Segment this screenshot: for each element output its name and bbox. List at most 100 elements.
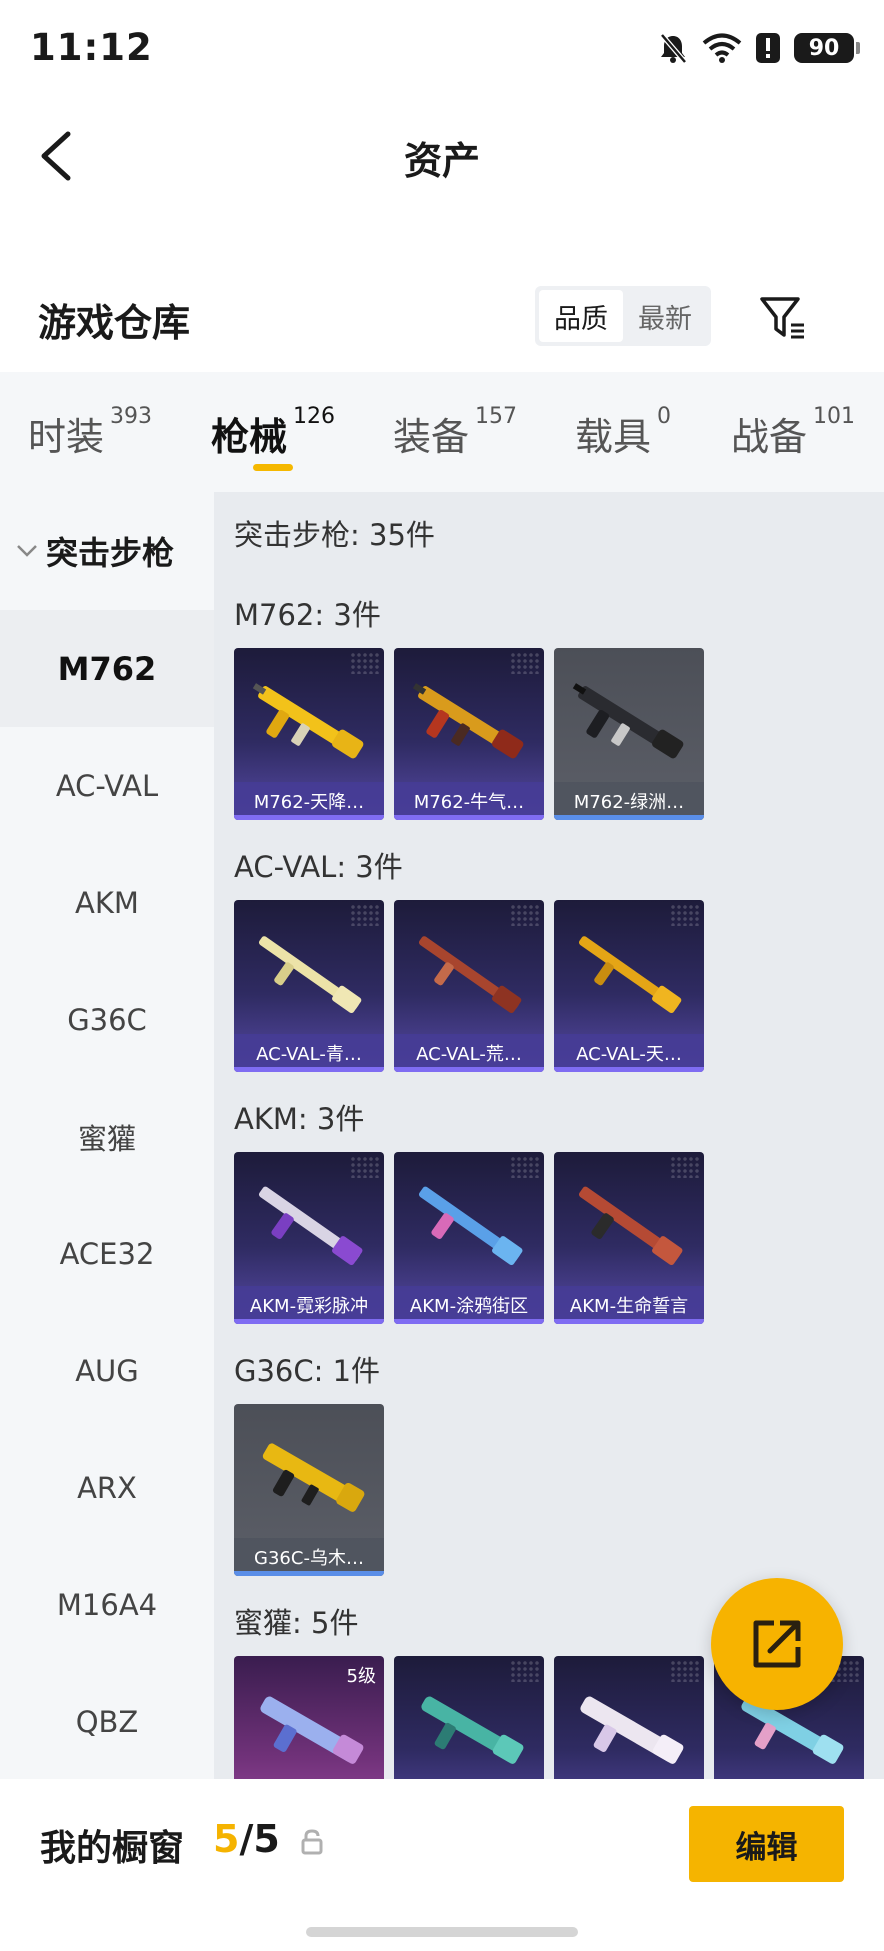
weapon-card[interactable]: AKM-涂鸦街区 (394, 1152, 544, 1324)
rifle-icon (421, 1696, 524, 1764)
battery-indicator: 90 (794, 33, 860, 63)
page-title: 资产 (403, 139, 480, 183)
rifle-icon (578, 936, 682, 1014)
card-label: AKM-生命誓言 (554, 1286, 704, 1324)
showcase-bar: 我的橱窗 5/5 编辑 (0, 1779, 884, 1951)
card-label: M762-绿洲… (554, 782, 704, 820)
rifle-icon (412, 683, 524, 759)
showcase-current: 5 (213, 1817, 240, 1861)
tab-count: 393 (110, 404, 153, 429)
sidebar-item-akm[interactable]: AKM (0, 844, 214, 961)
sort-newest-button[interactable]: 最新 (623, 290, 707, 342)
wifi-icon (702, 33, 742, 63)
rifle-icon (252, 683, 364, 759)
edit-button[interactable]: 编辑 (689, 1806, 844, 1882)
tab-vehicles[interactable]: 载具 0 (575, 404, 672, 461)
showcase-total: 5 (253, 1817, 280, 1861)
sidebar-item-m16a4[interactable]: M16A4 (0, 1546, 214, 1663)
showcase-count: 5/5 (213, 1817, 280, 1861)
sidebar-category-header[interactable]: 突击步枪 (0, 492, 214, 610)
sidebar-item-aug[interactable]: AUG (0, 1312, 214, 1429)
card-label: M762-天降… (234, 782, 384, 820)
group-title: AC-VAL: 3件 (234, 850, 403, 884)
sidebar-item-ac-val[interactable]: AC-VAL (0, 727, 214, 844)
lock-icon[interactable] (300, 1829, 324, 1859)
share-icon (753, 1620, 801, 1668)
showcase-separator: / (239, 1817, 254, 1861)
home-indicator[interactable] (306, 1927, 578, 1937)
rifle-icon (262, 1443, 365, 1512)
sidebar-item-qbz[interactable]: QBZ (0, 1663, 214, 1779)
nav-bar: 资产 (0, 100, 884, 212)
mute-bell-icon (660, 33, 687, 64)
card-label: AC-VAL-荒… (394, 1034, 544, 1072)
rifle-icon (418, 936, 522, 1014)
rifle-icon (572, 683, 684, 759)
weapon-card[interactable]: AKM-霓彩脉冲 (234, 1152, 384, 1324)
weapon-card[interactable]: 5级 (234, 1656, 384, 1779)
weapon-card[interactable]: M762-绿洲… (554, 648, 704, 820)
card-label: AKM-涂鸦街区 (394, 1286, 544, 1324)
warehouse-header: 游戏仓库 品质 最新 (0, 272, 884, 372)
sort-toggle: 品质 最新 (535, 286, 711, 346)
tab-weapons[interactable]: 枪械 126 (211, 404, 336, 461)
sort-quality-button[interactable]: 品质 (539, 290, 623, 342)
card-label: AKM-霓彩脉冲 (234, 1286, 384, 1324)
status-bar: 11:12 90 (0, 0, 884, 100)
weapon-card[interactable]: M762-牛气… (394, 648, 544, 820)
card-label: M762-牛气… (394, 782, 544, 820)
rifle-icon (580, 1696, 684, 1764)
alert-icon (756, 33, 780, 63)
sidebar-item-m762[interactable]: M762 (0, 610, 214, 727)
tab-count: 126 (293, 404, 336, 429)
share-floating-button[interactable] (711, 1578, 843, 1710)
rifle-icon (578, 1186, 683, 1266)
status-icons: 90 (658, 32, 860, 64)
group-title: M762: 3件 (234, 598, 381, 632)
sidebar-category-label: 突击步枪 (46, 534, 175, 572)
card-label: AC-VAL-天… (554, 1034, 704, 1072)
weapon-card[interactable]: G36C-乌木… (234, 1404, 384, 1576)
weapon-card[interactable]: AC-VAL-天… (554, 900, 704, 1072)
weapon-sidebar: 突击步枪 M762 AC-VAL AKM G36C 蜜獾 ACE32 AUG A… (0, 492, 214, 1779)
card-label: G36C-乌木… (234, 1538, 384, 1576)
filter-button[interactable] (755, 290, 811, 346)
tab-label: 时装 (28, 415, 105, 459)
sidebar-item-arx[interactable]: ARX (0, 1429, 214, 1546)
group-title: AKM: 3件 (234, 1102, 365, 1136)
rifle-icon (260, 1696, 364, 1764)
weapon-card[interactable]: AC-VAL-青… (234, 900, 384, 1072)
rifle-icon (258, 1186, 363, 1266)
status-time: 11:12 (30, 26, 153, 69)
tab-label: 装备 (393, 415, 470, 459)
sidebar-item-ace32[interactable]: ACE32 (0, 1195, 214, 1312)
weapon-card[interactable]: AKM-生命誓言 (554, 1152, 704, 1324)
chevron-down-icon (16, 544, 38, 558)
tab-label: 枪械 (211, 415, 288, 459)
weapon-card[interactable] (394, 1656, 544, 1779)
tab-label: 载具 (575, 415, 652, 459)
weapon-card[interactable] (554, 1656, 704, 1779)
content-summary: 突击步枪: 35件 (234, 518, 435, 552)
sidebar-item-honey-badger[interactable]: 蜜獾 (0, 1078, 214, 1195)
tab-supplies[interactable]: 战备 101 (731, 404, 856, 461)
tab-equipment[interactable]: 装备 157 (393, 404, 518, 461)
tab-label: 战备 (731, 415, 808, 459)
warehouse-title: 游戏仓库 (38, 301, 191, 345)
group-title: G36C: 1件 (234, 1354, 381, 1388)
tab-count: 101 (813, 404, 856, 429)
filter-icon (760, 297, 804, 339)
showcase-label: 我的橱窗 (40, 1828, 185, 1869)
group-title: 蜜獾: 5件 (234, 1606, 359, 1640)
card-label: AC-VAL-青… (234, 1034, 384, 1072)
weapon-card[interactable]: AC-VAL-荒… (394, 900, 544, 1072)
tab-count: 157 (475, 404, 518, 429)
weapon-card[interactable]: M762-天降… (234, 648, 384, 820)
tab-fashion[interactable]: 时装 393 (28, 404, 153, 461)
rifle-icon (258, 936, 362, 1014)
rifle-icon (418, 1186, 523, 1266)
category-tabs: 时装 393 枪械 126 装备 157 载具 0 战备 101 (0, 372, 884, 492)
active-tab-indicator (253, 464, 293, 471)
sidebar-item-g36c[interactable]: G36C (0, 961, 214, 1078)
tab-count: 0 (657, 404, 672, 429)
